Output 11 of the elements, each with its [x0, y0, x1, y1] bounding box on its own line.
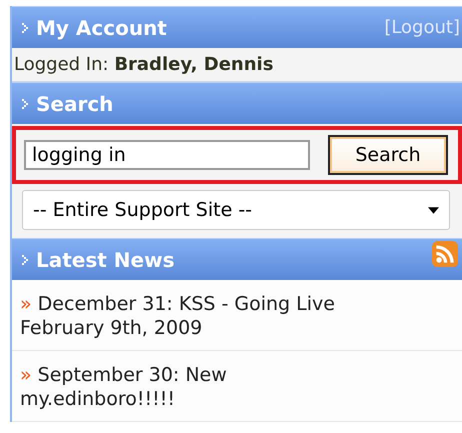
- caret-icon: [428, 206, 439, 214]
- chevron-icon: [22, 98, 28, 108]
- section-title: Search: [36, 92, 114, 116]
- section-title: Latest News: [36, 248, 176, 272]
- scope-dropdown[interactable]: -- Entire Support Site --: [22, 190, 450, 230]
- chevron-icon: [22, 22, 28, 32]
- search-field[interactable]: logging in: [24, 140, 310, 170]
- rss-icon[interactable]: [432, 241, 458, 267]
- search-button[interactable]: Search: [328, 135, 448, 175]
- chevron-icon: [22, 254, 28, 264]
- section-title: My Account: [36, 16, 168, 40]
